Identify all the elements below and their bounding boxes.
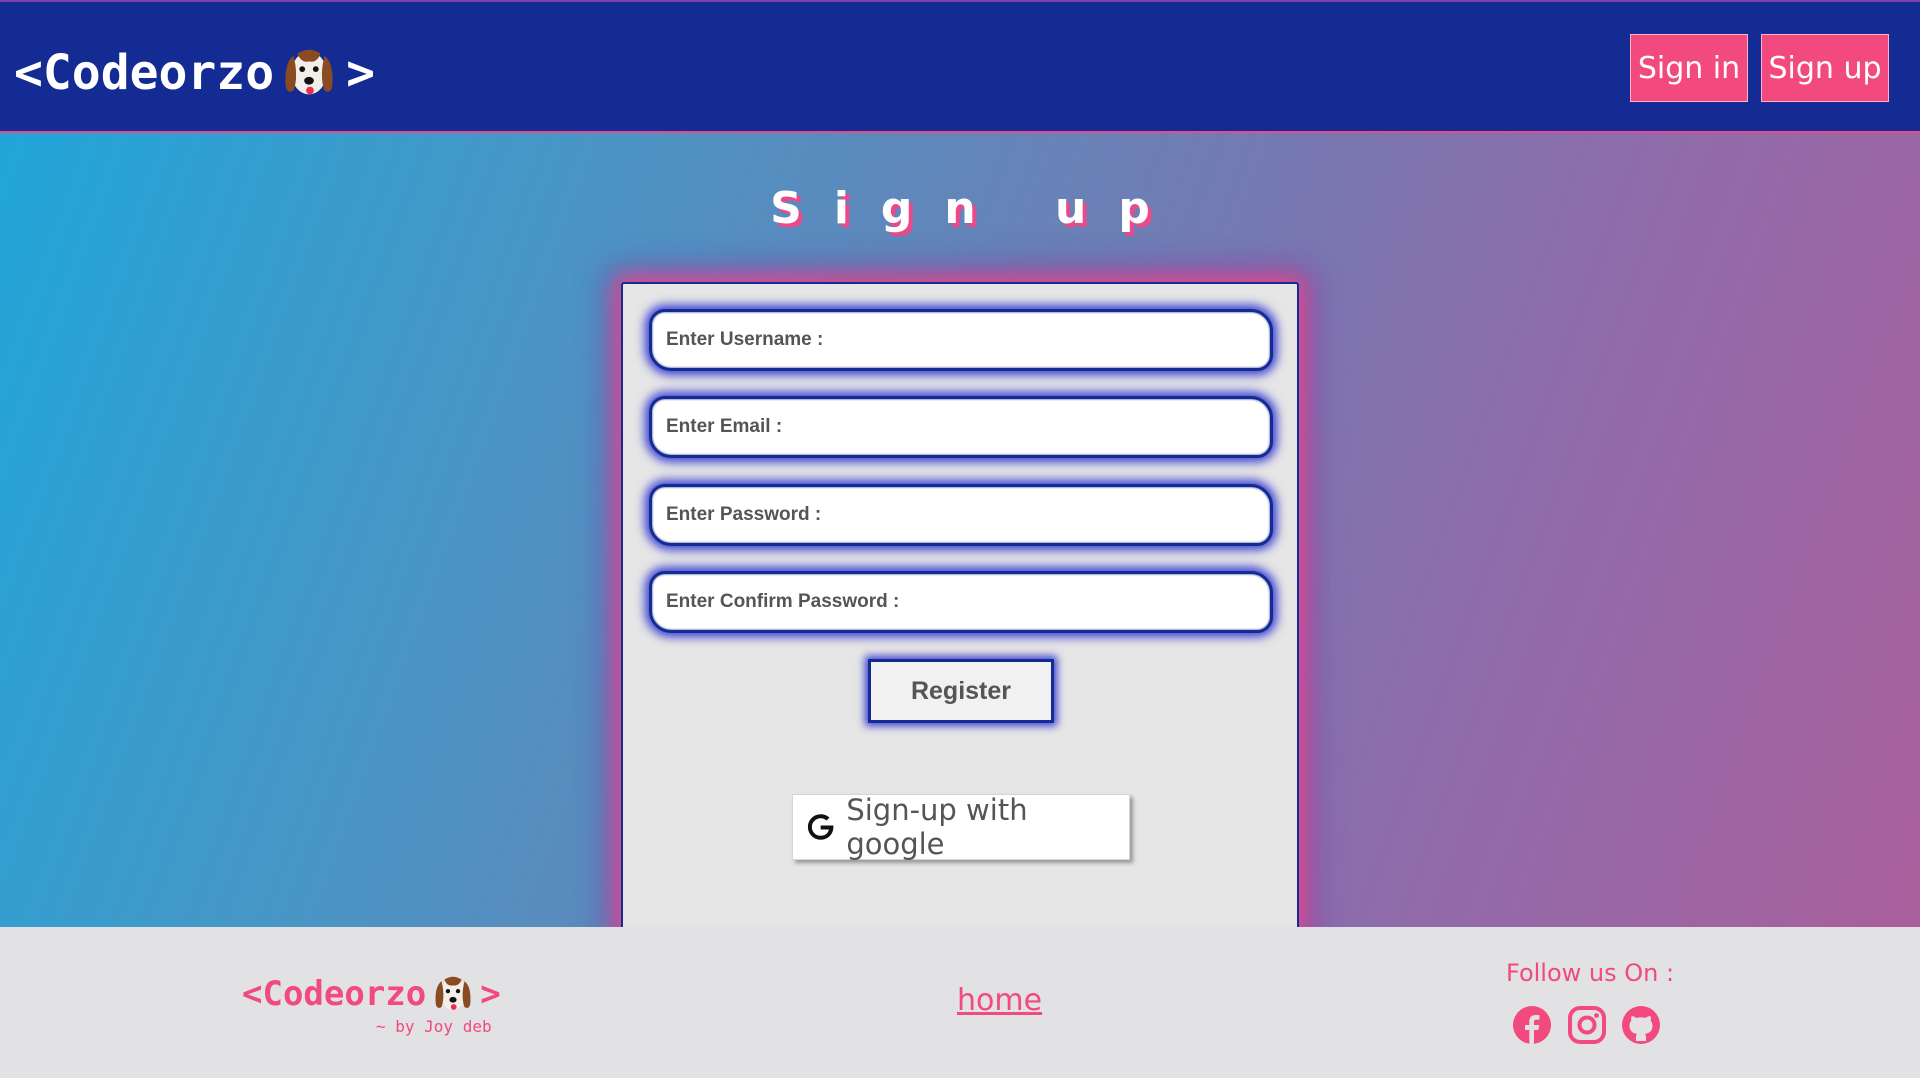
confirm-password-input[interactable] xyxy=(649,571,1273,633)
footer-brand-text: <Codeorzo xyxy=(242,974,427,1014)
sign-up-button[interactable]: Sign up xyxy=(1761,34,1889,102)
username-input[interactable] xyxy=(649,309,1273,371)
brand-logo[interactable]: <Codeorzo > xyxy=(14,42,375,104)
footer-byline: ~ by Joy deb xyxy=(376,1017,492,1036)
email-input[interactable] xyxy=(649,396,1273,458)
page-title: Sign up xyxy=(770,183,1182,234)
instagram-icon[interactable] xyxy=(1567,1005,1607,1045)
google-signup-button[interactable]: Sign-up with google xyxy=(792,793,1130,861)
facebook-icon[interactable] xyxy=(1512,1005,1552,1045)
follow-label: Follow us On : xyxy=(1506,959,1675,987)
footer-brand[interactable]: <Codeorzo > xyxy=(242,971,501,1017)
footer-brand-close: > xyxy=(480,974,501,1014)
google-signup-label: Sign-up with google xyxy=(846,793,1028,861)
brand-text: <Codeorzo xyxy=(14,45,275,101)
register-button[interactable]: Register xyxy=(868,659,1054,723)
github-icon[interactable] xyxy=(1621,1005,1661,1045)
sign-in-button[interactable]: Sign in xyxy=(1630,34,1748,102)
brand-close: > xyxy=(346,45,375,101)
home-link[interactable]: home xyxy=(957,983,1042,1018)
site-footer: <Codeorzo > ~ by Joy deb home Follow us … xyxy=(0,927,1920,1078)
password-input[interactable] xyxy=(649,484,1273,546)
dog-icon xyxy=(435,976,471,1010)
site-header: <Codeorzo > Sign in Sign up xyxy=(0,0,1920,133)
google-icon xyxy=(807,814,834,840)
dog-icon xyxy=(285,49,333,95)
signup-form: Register Sign-up with google xyxy=(621,282,1299,936)
signup-section: Sign up Register Sign-up with google xyxy=(0,133,1920,936)
